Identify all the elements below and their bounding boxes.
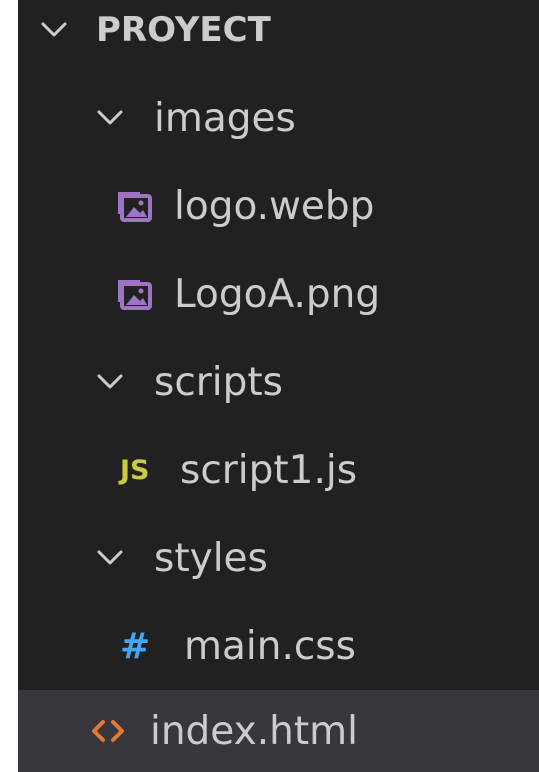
chevron-down-icon[interactable] [34,10,74,50]
folder-label: styles [154,535,268,581]
file-logo-webp[interactable]: logo.webp [18,162,539,250]
folder-images[interactable]: images [18,74,539,162]
file-label: index.html [150,708,358,754]
folder-styles[interactable]: styles [18,514,539,602]
file-script1-js[interactable]: JS script1.js [18,426,539,514]
file-label: LogoA.png [174,271,381,317]
html-file-icon [90,716,136,746]
file-explorer: PROYECT images logo.webp LogoA.png scrip… [18,0,539,772]
chevron-down-icon[interactable] [90,538,130,578]
chevron-down-icon[interactable] [90,98,130,138]
file-label: script1.js [180,447,358,493]
file-logoa-png[interactable]: LogoA.png [18,250,539,338]
file-label: logo.webp [174,183,375,229]
folder-scripts[interactable]: scripts [18,338,539,426]
folder-label: PROYECT [96,10,271,50]
file-label: main.css [184,623,356,669]
css-file-icon: # [120,625,151,667]
file-main-css[interactable]: # main.css [18,602,539,690]
js-file-icon: JS [120,454,150,486]
folder-root-proyect[interactable]: PROYECT [18,0,539,74]
folder-label: scripts [154,359,283,405]
image-file-icon [114,276,154,312]
chevron-down-icon[interactable] [90,362,130,402]
folder-label: images [154,95,296,141]
image-file-icon [114,188,154,224]
file-index-html[interactable]: index.html [18,690,539,772]
